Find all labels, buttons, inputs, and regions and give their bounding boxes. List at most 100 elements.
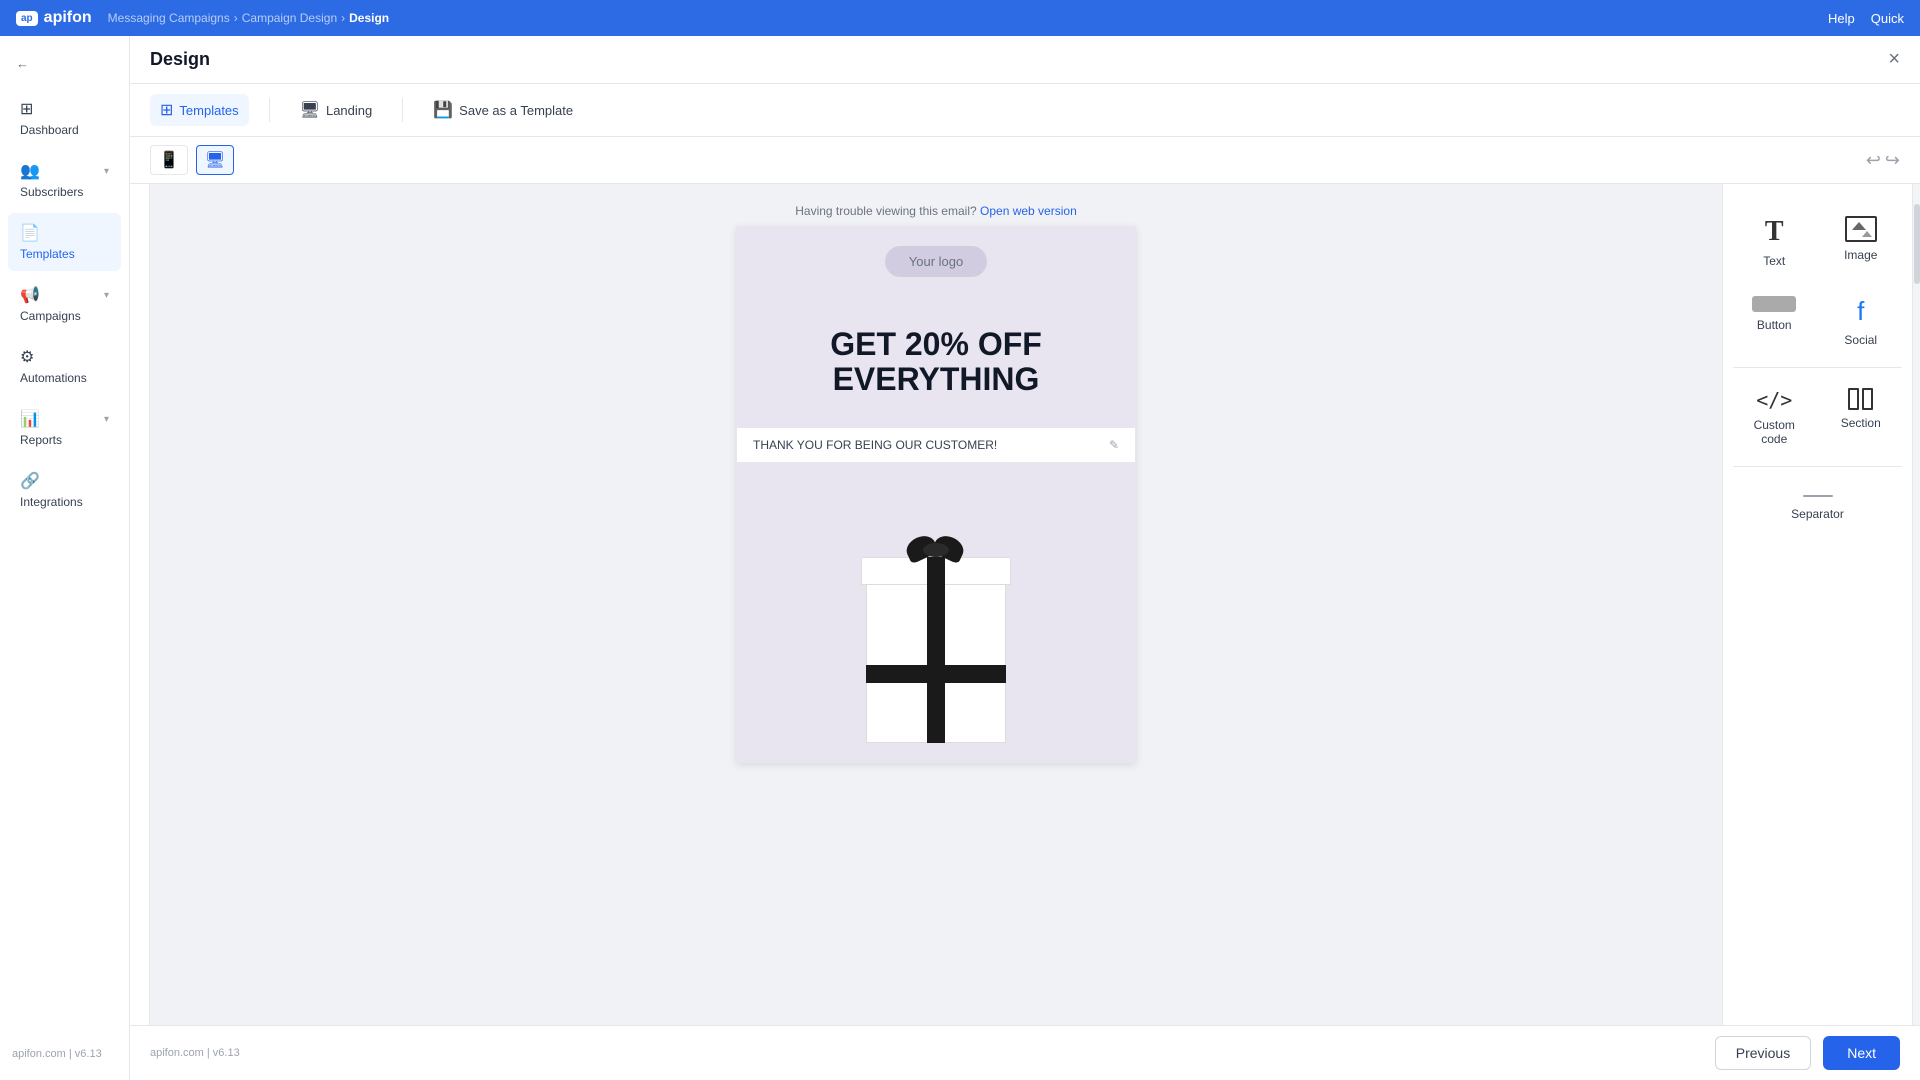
sidebar-item-subscribers[interactable]: 👥 ▾ Subscribers: [8, 151, 121, 209]
panel-item-separator[interactable]: Separator: [1733, 475, 1902, 533]
breadcrumb: Messaging Campaigns › Campaign Design › …: [108, 11, 1812, 25]
text-element-label: Text: [1763, 254, 1785, 268]
sidebar-item-reports[interactable]: 📊 ▾ Reports: [8, 399, 121, 457]
scrollbar-thumb[interactable]: [1914, 204, 1920, 284]
breadcrumb-sep2: ›: [341, 11, 345, 25]
gift-box-illustration: [866, 523, 1006, 743]
panel-separator-2: [1733, 466, 1902, 467]
sidebar-label-reports: Reports: [20, 433, 62, 447]
section-element-label: Section: [1841, 416, 1881, 430]
panel-item-text[interactable]: T Text: [1733, 204, 1816, 280]
help-link[interactable]: Help: [1828, 11, 1855, 26]
mobile-view-button[interactable]: 📱: [150, 145, 188, 175]
sidebar-label-automations: Automations: [20, 371, 87, 385]
panel-items-grid: T Text Image Button: [1733, 204, 1902, 359]
edit-icon: ✎: [1109, 438, 1119, 452]
panel-item-image[interactable]: Image: [1820, 204, 1903, 280]
email-hero-section[interactable]: GET 20% OFF EVERYTHING: [736, 297, 1136, 427]
templates-tab-label: Templates: [179, 103, 238, 118]
undo-button[interactable]: ↩: [1866, 150, 1881, 171]
canvas-area[interactable]: Having trouble viewing this email? Open …: [150, 184, 1722, 1025]
tab-save-template[interactable]: 💾 Save as a Template: [423, 94, 583, 126]
section-element-icon: [1848, 388, 1873, 410]
sidebar-item-campaigns[interactable]: 📢 ▾ Campaigns: [8, 275, 121, 333]
close-button[interactable]: ×: [1888, 48, 1900, 71]
email-container: Your logo GET 20% OFF EVERYTHING THANK Y…: [736, 226, 1136, 763]
logo-text: apifon: [44, 9, 92, 27]
open-web-version-link[interactable]: Open web version: [980, 204, 1077, 218]
canvas-left-bar: [130, 184, 150, 1025]
chevron-down-icon: ▾: [104, 166, 109, 177]
tab-templates[interactable]: ⊞ Templates: [150, 94, 249, 126]
sidebar-item-dashboard[interactable]: ⊞ Dashboard: [8, 89, 121, 147]
email-logo-section[interactable]: Your logo: [736, 226, 1136, 297]
quick-link[interactable]: Quick: [1871, 11, 1904, 26]
social-element-label: Social: [1844, 333, 1877, 347]
sidebar-label-subscribers: Subscribers: [20, 185, 83, 199]
next-button[interactable]: Next: [1823, 1036, 1900, 1070]
bottom-actions: Previous Next: [1715, 1036, 1900, 1070]
panel-items-grid-2: </> Custom code Section: [1733, 376, 1902, 458]
panel-item-button[interactable]: Button: [1733, 284, 1816, 359]
image-element-label: Image: [1844, 248, 1877, 262]
sidebar-item-templates[interactable]: 📄 Templates: [8, 213, 121, 271]
custom-code-label: Custom code: [1741, 418, 1808, 446]
previous-button[interactable]: Previous: [1715, 1036, 1811, 1070]
landing-tab-icon: 🖥: [300, 100, 320, 120]
content-area: Design × ⊞ Templates 🖥 Landing 💾 Save as…: [130, 36, 1920, 1080]
email-thank-you-bar[interactable]: THANK YOU FOR BEING OUR CUSTOMER! ✎: [736, 427, 1136, 463]
breadcrumb-part2[interactable]: Campaign Design: [242, 11, 337, 25]
logo[interactable]: ap apifon: [16, 9, 92, 27]
toolbar-tabs: ⊞ Templates 🖥 Landing 💾 Save as a Templa…: [130, 84, 1920, 137]
save-template-icon: 💾: [433, 100, 453, 120]
panel-separator-1: [1733, 367, 1902, 368]
social-element-icon: f: [1857, 296, 1864, 327]
back-icon: ←: [16, 56, 29, 71]
sidebar: ← ⊞ Dashboard 👥 ▾ Subscribers 📄 Template…: [0, 36, 130, 1080]
email-logo-placeholder: Your logo: [885, 246, 987, 277]
landing-tab-label: Landing: [326, 103, 372, 118]
panel-item-section[interactable]: Section: [1820, 376, 1903, 458]
topbar-actions: Help Quick: [1828, 11, 1904, 26]
design-header: Design ×: [130, 36, 1920, 84]
sidebar-item-integrations[interactable]: 🔗 Integrations: [8, 461, 121, 519]
sidebar-label-templates: Templates: [20, 247, 75, 261]
thank-you-text: THANK YOU FOR BEING OUR CUSTOMER!: [753, 438, 997, 452]
email-gift-section[interactable]: [736, 463, 1136, 763]
undo-redo-group: ↩ ↪: [1866, 150, 1900, 171]
button-element-icon: [1752, 296, 1796, 312]
sidebar-item-automations[interactable]: ⚙ Automations: [8, 337, 121, 395]
right-scrollbar[interactable]: [1912, 184, 1920, 1025]
button-element-label: Button: [1757, 318, 1792, 332]
panel-item-social[interactable]: f Social: [1820, 284, 1903, 359]
hero-line1: GET 20% OFF: [756, 327, 1116, 362]
image-element-icon: [1845, 216, 1877, 242]
version-text: apifon.com | v6.13: [12, 1048, 102, 1060]
topbar: ap apifon Messaging Campaigns › Campaign…: [0, 0, 1920, 36]
hero-line2: EVERYTHING: [756, 362, 1116, 397]
panel-item-custom-code[interactable]: </> Custom code: [1733, 376, 1816, 458]
notice-text: Having trouble viewing this email?: [795, 204, 976, 218]
templates-icon: 📄: [20, 223, 40, 243]
subscribers-row: 👥 ▾: [20, 161, 109, 181]
bottom-version-text: apifon.com | v6.13: [150, 1047, 240, 1059]
email-hero-title: GET 20% OFF EVERYTHING: [756, 327, 1116, 397]
automations-icon: ⚙: [20, 347, 34, 367]
gift-lid-ribbon: [927, 557, 945, 585]
breadcrumb-current: Design: [349, 11, 389, 25]
tab-landing[interactable]: 🖥 Landing: [290, 94, 383, 126]
redo-button[interactable]: ↪: [1885, 150, 1900, 171]
sidebar-back-button[interactable]: ←: [0, 48, 129, 79]
bottom-bar: apifon.com | v6.13 Previous Next: [130, 1025, 1920, 1080]
reports-row: 📊 ▾: [20, 409, 109, 429]
desktop-view-button[interactable]: 🖥: [196, 145, 234, 175]
app-body: ← ⊞ Dashboard 👥 ▾ Subscribers 📄 Template…: [0, 36, 1920, 1080]
breadcrumb-part1[interactable]: Messaging Campaigns: [108, 11, 230, 25]
design-title: Design: [150, 49, 210, 70]
view-toggles-bar: 📱 🖥 ↩ ↪: [130, 137, 1920, 184]
reports-icon: 📊: [20, 409, 40, 429]
separator-element-label: Separator: [1791, 507, 1844, 521]
subscribers-icon: 👥: [20, 161, 40, 181]
toolbar-sep-1: [269, 98, 270, 122]
sidebar-footer-version: apifon.com | v6.13: [0, 1040, 129, 1068]
